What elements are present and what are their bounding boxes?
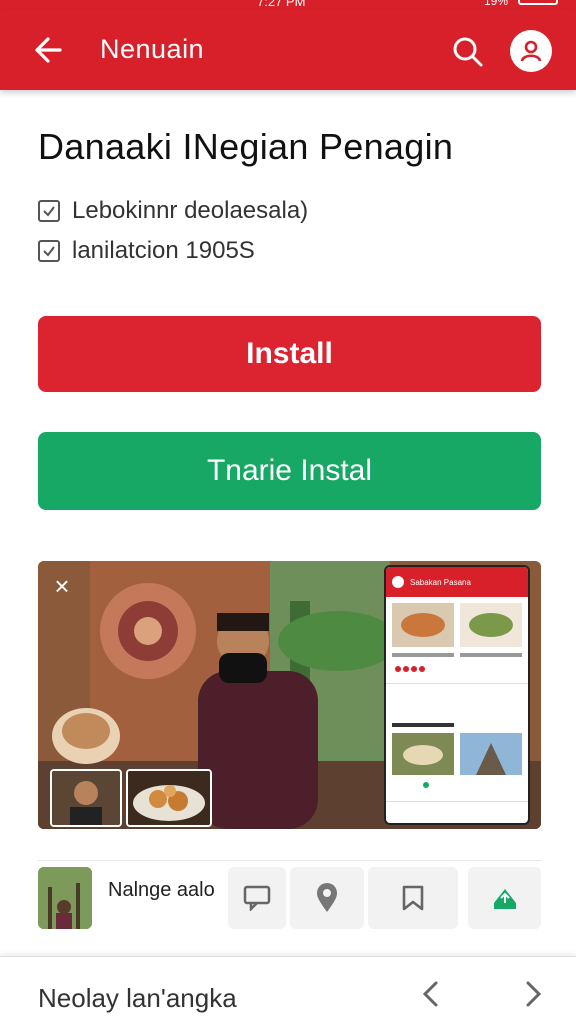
check-item[interactable]: lanilatcion 1905S bbox=[38, 237, 255, 265]
app-title: Nenuain bbox=[100, 34, 205, 64]
share-icon bbox=[493, 889, 516, 909]
check-label: Lebokinnr deolaesala) bbox=[72, 197, 309, 224]
info-card: Nalnge aalo bbox=[38, 860, 541, 934]
phone-content bbox=[386, 603, 528, 802]
arrow-left-icon bbox=[35, 37, 62, 63]
share-button[interactable] bbox=[468, 867, 541, 929]
battery-icon bbox=[518, 0, 558, 5]
info-thumbnail[interactable] bbox=[38, 867, 92, 929]
thumbnail[interactable] bbox=[126, 769, 212, 827]
info-name: Nalnge aalo bbox=[108, 879, 215, 901]
check-label: lanilatcion 1905S bbox=[72, 237, 255, 264]
account-button[interactable] bbox=[510, 30, 552, 72]
next-button[interactable] bbox=[516, 977, 550, 1011]
phone-app-bar: Sabakan Pasana bbox=[386, 567, 528, 597]
phone-preview: Sabakan Pasana bbox=[384, 565, 530, 825]
status-icons: 19% bbox=[484, 0, 558, 8]
person-icon bbox=[520, 40, 542, 62]
status-time: 7:27 PM bbox=[257, 0, 306, 9]
previous-button[interactable] bbox=[414, 977, 448, 1011]
status-bar: 7:27 PM 19% bbox=[0, 0, 576, 10]
bottom-label: Neolay lan'angka bbox=[38, 983, 237, 1013]
close-icon[interactable]: × bbox=[48, 573, 76, 601]
install-button[interactable]: Install bbox=[38, 316, 541, 392]
location-pin-icon bbox=[317, 883, 337, 912]
chat-button[interactable] bbox=[228, 867, 286, 929]
bookmark-icon bbox=[402, 885, 424, 911]
phone-title: Sabakan Pasana bbox=[410, 577, 471, 587]
location-button[interactable] bbox=[290, 867, 364, 929]
bottom-bar: Neolay lan'angka bbox=[0, 956, 576, 1024]
media-preview[interactable]: × Sabakan Pasana bbox=[38, 561, 541, 829]
chat-icon bbox=[243, 885, 271, 911]
search-icon bbox=[453, 37, 483, 67]
thumbnail[interactable] bbox=[50, 769, 122, 827]
trial-install-button[interactable]: Tnarie Instal bbox=[38, 432, 541, 510]
back-button[interactable] bbox=[30, 32, 70, 68]
logo-icon bbox=[392, 576, 404, 588]
chevron-right-icon bbox=[526, 981, 542, 1007]
bookmark-button[interactable] bbox=[368, 867, 458, 929]
check-item[interactable]: Lebokinnr deolaesala) bbox=[38, 197, 308, 225]
checkbox-checked-icon[interactable] bbox=[38, 200, 60, 222]
app-bar: Nenuain bbox=[0, 10, 576, 90]
search-button[interactable] bbox=[448, 32, 488, 72]
checkbox-checked-icon[interactable] bbox=[38, 240, 60, 262]
chevron-left-icon bbox=[422, 981, 438, 1007]
battery-percent: 19% bbox=[483, 0, 508, 8]
page-title: Danaaki INegian Penagin bbox=[38, 126, 454, 167]
